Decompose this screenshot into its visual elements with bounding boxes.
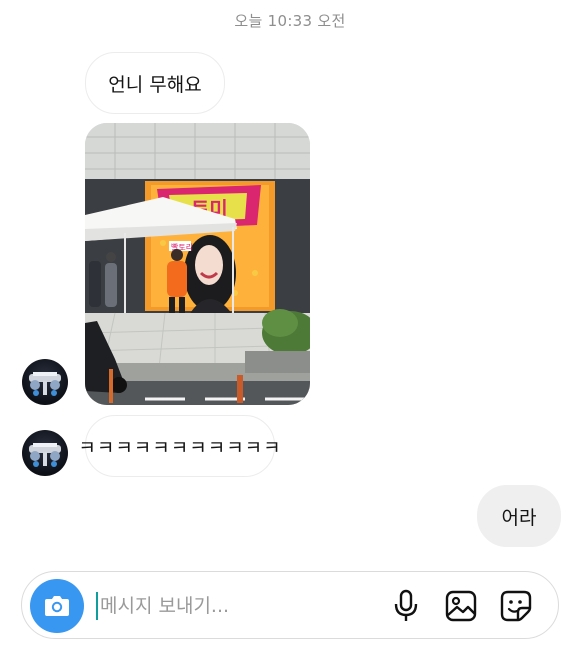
gallery-button[interactable] [441,586,481,626]
microphone-button[interactable] [386,586,426,626]
text-cursor [96,592,98,620]
incoming-message-bubble[interactable]: ㅋㅋㅋㅋㅋㅋㅋㅋㅋㅋㅋ [78,415,281,477]
sticker-icon [500,590,532,622]
message-timestamp: 오늘 10:33 오전 [234,12,346,30]
incoming-message-bubble[interactable]: 언니 무해요 [85,52,225,114]
sender-avatar[interactable] [22,430,68,476]
avatar-image [29,372,61,396]
message-input[interactable] [100,586,380,626]
avatar-image [29,443,61,467]
sender-avatar[interactable] [22,359,68,405]
incoming-photo-message[interactable]: 토미 빨토리 [85,123,310,405]
sticker-button[interactable] [496,586,536,626]
photo-image: 토미 빨토리 [85,123,310,405]
message-text: ㅋㅋㅋㅋㅋㅋㅋㅋㅋㅋㅋ [78,436,282,459]
gallery-icon [445,590,477,622]
message-composer [21,571,559,639]
camera-button[interactable] [30,579,84,633]
outgoing-message-bubble[interactable]: 어라 [477,485,561,547]
message-text: 어라 [501,506,537,529]
message-text: 언니 무해요 [108,73,202,96]
camera-icon [45,596,69,616]
microphone-icon [394,589,418,621]
